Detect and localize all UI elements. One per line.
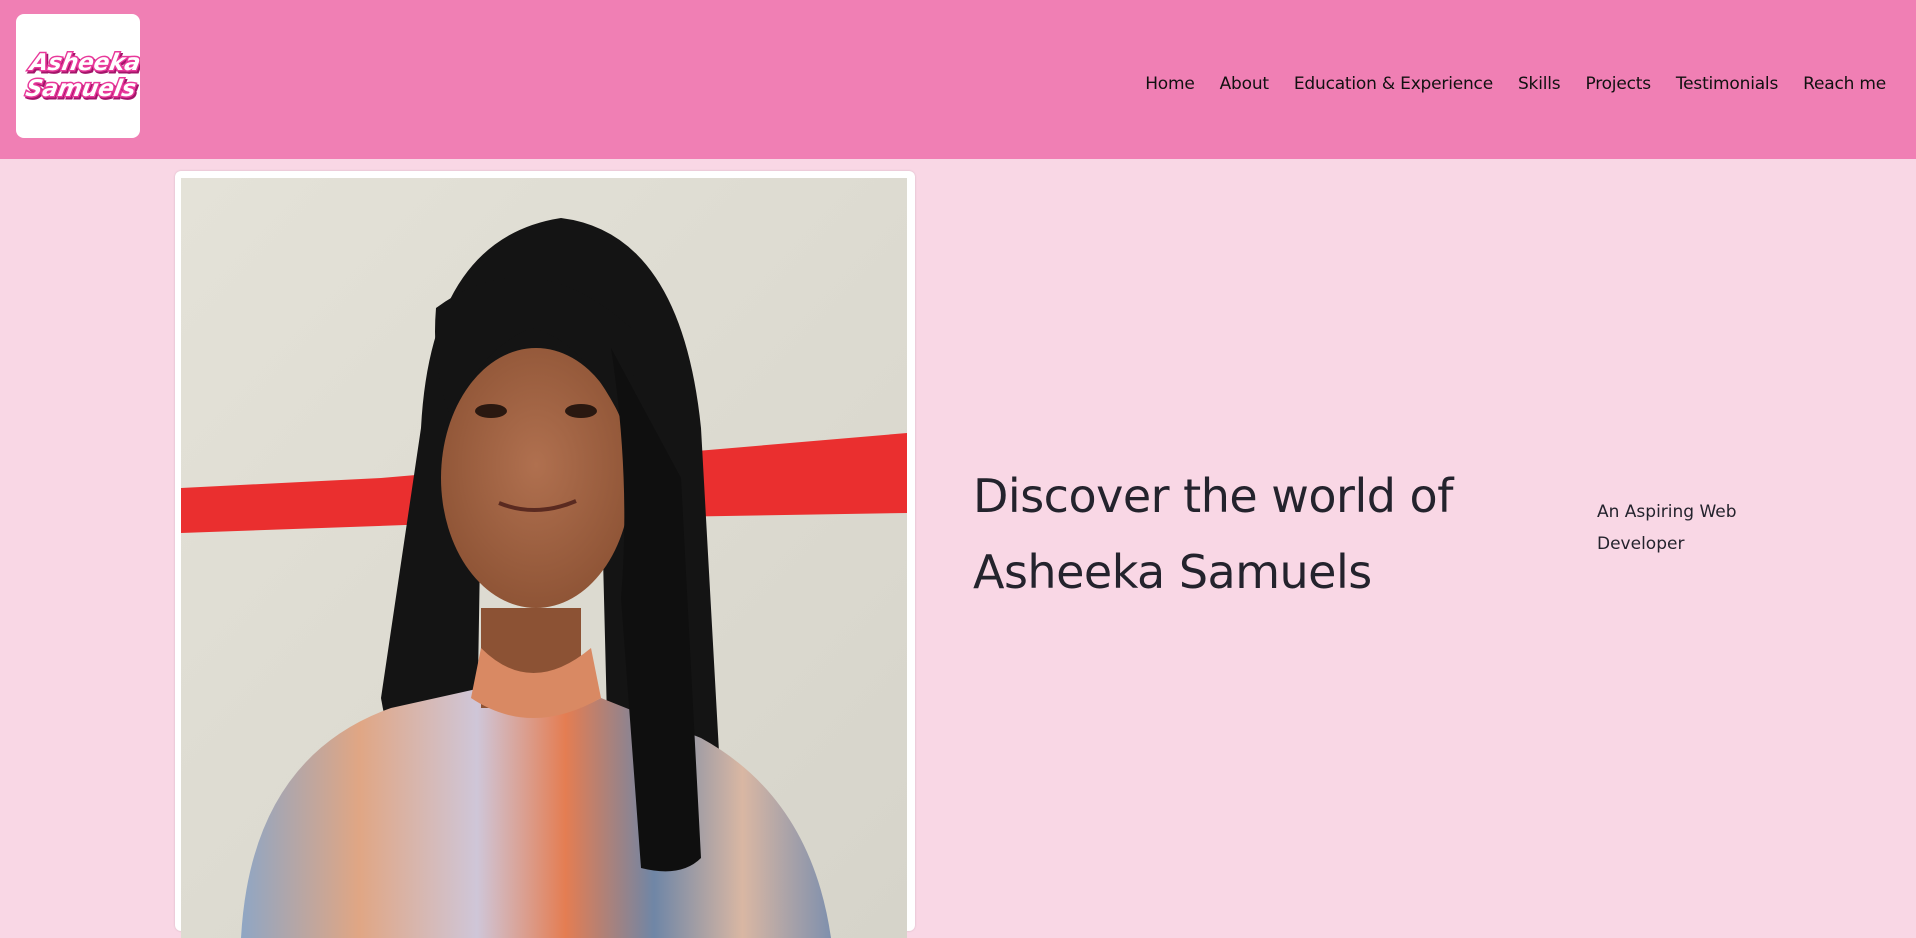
nav-item-reach-me: Reach me bbox=[1803, 74, 1886, 94]
top-navbar: Asheeka Asheeka Samuels Samuels Home Abo… bbox=[0, 0, 1916, 159]
hero-title-line1: Discover the world of bbox=[973, 469, 1453, 523]
hero-subtitle: An Aspiring Web Developer bbox=[1597, 502, 1737, 554]
nav-item-testimonials: Testimonials bbox=[1676, 74, 1778, 94]
nav-item-skills: Skills bbox=[1518, 74, 1561, 94]
logo-graphic: Asheeka Asheeka Samuels Samuels bbox=[22, 48, 140, 106]
nav-item-about: About bbox=[1220, 74, 1269, 94]
nav-link-skills[interactable]: Skills bbox=[1518, 74, 1561, 94]
logo-text-line2: Samuels bbox=[24, 75, 138, 102]
profile-photo-frame bbox=[175, 171, 915, 938]
nav-link-home[interactable]: Home bbox=[1145, 74, 1195, 94]
nav-item-home: Home bbox=[1145, 74, 1195, 94]
nav-link-projects[interactable]: Projects bbox=[1585, 74, 1651, 94]
nav-item-projects: Projects bbox=[1585, 74, 1651, 94]
logo-text-line1: Asheeka bbox=[26, 49, 140, 76]
profile-photo bbox=[181, 178, 907, 938]
site-logo[interactable]: Asheeka Asheeka Samuels Samuels bbox=[16, 14, 140, 138]
hero-title-line2: Asheeka Samuels bbox=[973, 545, 1372, 599]
nav-link-reach-me[interactable]: Reach me bbox=[1803, 74, 1886, 94]
hero-title: Discover the world of Asheeka Samuels bbox=[973, 458, 1493, 610]
portrait-image bbox=[181, 178, 907, 938]
nav-link-education-experience[interactable]: Education & Experience bbox=[1294, 74, 1493, 94]
nav-item-education: Education & Experience bbox=[1294, 74, 1493, 94]
nav-link-testimonials[interactable]: Testimonials bbox=[1676, 74, 1778, 94]
nav-link-about[interactable]: About bbox=[1220, 74, 1269, 94]
main-nav: Home About Education & Experience Skills… bbox=[1145, 74, 1886, 94]
